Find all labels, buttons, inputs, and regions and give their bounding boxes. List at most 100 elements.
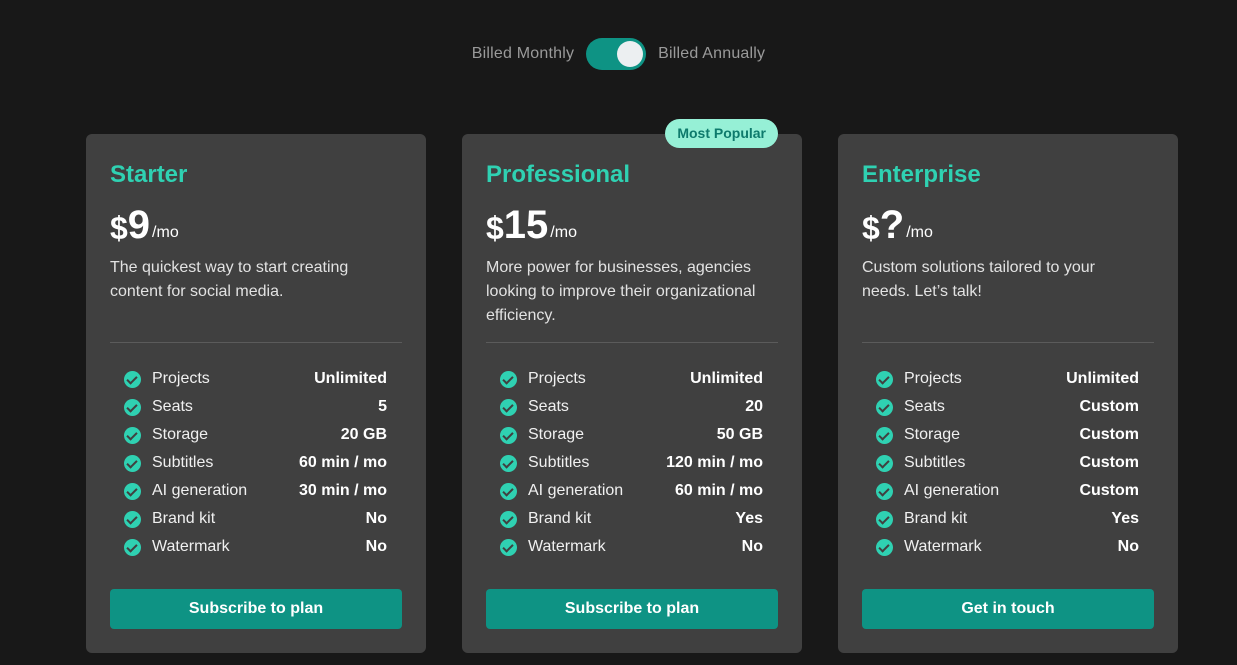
feature-value: No bbox=[365, 538, 387, 555]
feature-row: Storage 20 GB bbox=[124, 421, 387, 449]
feature-row: Watermark No bbox=[124, 533, 387, 561]
feature-row: Storage Custom bbox=[876, 421, 1139, 449]
feature-value: No bbox=[1117, 538, 1139, 555]
feature-row: Brand kit Yes bbox=[500, 505, 763, 533]
feature-row: Seats 5 bbox=[124, 393, 387, 421]
plan-price: $ ? /mo bbox=[862, 202, 1154, 246]
billing-toggle-row: Billed Monthly Billed Annually bbox=[0, 38, 1237, 70]
feature-label: Brand kit bbox=[904, 510, 968, 527]
feature-label: Storage bbox=[904, 426, 961, 443]
feature-label: AI generation bbox=[528, 482, 624, 499]
plan-name: Enterprise bbox=[862, 161, 981, 188]
price-period: /mo bbox=[906, 224, 933, 241]
price-period: /mo bbox=[152, 224, 179, 241]
get-in-touch-button[interactable]: Get in touch bbox=[862, 589, 1154, 629]
feature-value: Custom bbox=[1079, 454, 1139, 471]
feature-row: Seats 20 bbox=[500, 393, 763, 421]
feature-row: Watermark No bbox=[876, 533, 1139, 561]
feature-value: 30 min / mo bbox=[298, 482, 387, 499]
feature-value: 20 bbox=[745, 398, 763, 415]
feature-row: Storage 50 GB bbox=[500, 421, 763, 449]
feature-value: No bbox=[741, 538, 763, 555]
feature-row: Watermark No bbox=[500, 533, 763, 561]
feature-label: Watermark bbox=[904, 538, 982, 555]
price-amount: ? bbox=[879, 203, 905, 247]
check-icon bbox=[124, 454, 141, 472]
plan-description: More power for businesses, agencies look… bbox=[486, 259, 756, 324]
feature-value: Yes bbox=[1111, 510, 1139, 527]
feature-row: AI generation Custom bbox=[876, 477, 1139, 505]
plan-description: The quickest way to start creating conte… bbox=[110, 259, 349, 300]
feature-label: Storage bbox=[152, 426, 209, 443]
feature-value: Custom bbox=[1079, 398, 1139, 415]
check-icon bbox=[500, 454, 517, 472]
check-icon bbox=[876, 538, 893, 556]
check-icon bbox=[500, 482, 517, 500]
feature-label: Subtitles bbox=[904, 454, 966, 471]
plan-name: Starter bbox=[110, 161, 188, 188]
feature-row: Projects Unlimited bbox=[876, 365, 1139, 393]
feature-value: Yes bbox=[735, 510, 763, 527]
feature-row: Subtitles 120 min / mo bbox=[500, 449, 763, 477]
feature-label: Projects bbox=[904, 370, 962, 387]
feature-label: Seats bbox=[904, 398, 945, 415]
feature-row: Projects Unlimited bbox=[500, 365, 763, 393]
price-amount: 15 bbox=[503, 203, 549, 247]
feature-label: Storage bbox=[528, 426, 585, 443]
feature-label: AI generation bbox=[904, 482, 1000, 499]
feature-value: No bbox=[365, 510, 387, 527]
subscribe-starter-button[interactable]: Subscribe to plan bbox=[110, 589, 402, 629]
most-popular-badge: Most Popular bbox=[665, 119, 778, 148]
check-icon bbox=[876, 482, 893, 500]
billed-monthly-label[interactable]: Billed Monthly bbox=[472, 45, 574, 63]
feature-label: Brand kit bbox=[528, 510, 592, 527]
check-icon bbox=[124, 482, 141, 500]
check-icon bbox=[876, 426, 893, 444]
billed-annually-label[interactable]: Billed Annually bbox=[658, 45, 765, 63]
feature-value: Unlimited bbox=[314, 370, 387, 387]
check-icon bbox=[876, 454, 893, 472]
plan-card-enterprise: Enterprise $ ? /mo Custom solutions tail… bbox=[838, 134, 1178, 653]
feature-row: Subtitles Custom bbox=[876, 449, 1139, 477]
feature-row: Brand kit No bbox=[124, 505, 387, 533]
check-icon bbox=[124, 398, 141, 416]
feature-label: Subtitles bbox=[528, 454, 590, 471]
feature-label: Projects bbox=[528, 370, 586, 387]
check-icon bbox=[876, 398, 893, 416]
check-icon bbox=[124, 510, 141, 528]
check-icon bbox=[876, 370, 893, 388]
check-icon bbox=[500, 510, 517, 528]
feature-value: 50 GB bbox=[716, 426, 763, 443]
feature-value: Custom bbox=[1079, 426, 1139, 443]
plan-name: Professional bbox=[486, 161, 631, 188]
feature-label: Watermark bbox=[152, 538, 230, 555]
feature-list: Projects Unlimited Seats Custom Storage Cus… bbox=[862, 365, 1154, 561]
price-currency: $ bbox=[486, 210, 504, 246]
plan-description: Custom solutions tailored to your needs.… bbox=[862, 259, 1095, 300]
check-icon bbox=[124, 370, 141, 388]
plan-price: $ 9 /mo bbox=[110, 202, 402, 246]
check-icon bbox=[500, 426, 517, 444]
check-icon bbox=[500, 370, 517, 388]
price-period: /mo bbox=[550, 224, 577, 241]
divider bbox=[110, 342, 402, 343]
feature-value: 20 GB bbox=[340, 426, 387, 443]
feature-label: Subtitles bbox=[152, 454, 214, 471]
billing-period-toggle[interactable] bbox=[586, 38, 647, 70]
feature-label: Watermark bbox=[528, 538, 606, 555]
feature-label: Seats bbox=[152, 398, 193, 415]
feature-row: Subtitles 60 min / mo bbox=[124, 449, 387, 477]
feature-row: AI generation 60 min / mo bbox=[500, 477, 763, 505]
feature-row: Projects Unlimited bbox=[124, 365, 387, 393]
check-icon bbox=[124, 426, 141, 444]
feature-value: 5 bbox=[378, 398, 387, 415]
feature-label: AI generation bbox=[152, 482, 248, 499]
feature-label: Seats bbox=[528, 398, 569, 415]
feature-row: Brand kit Yes bbox=[876, 505, 1139, 533]
feature-row: AI generation 30 min / mo bbox=[124, 477, 387, 505]
feature-value: Unlimited bbox=[690, 370, 763, 387]
feature-label: Brand kit bbox=[152, 510, 216, 527]
subscribe-professional-button[interactable]: Subscribe to plan bbox=[486, 589, 778, 629]
feature-list: Projects Unlimited Seats 5 Storage 20 GB Su… bbox=[110, 365, 402, 561]
price-amount: 9 bbox=[127, 203, 151, 247]
